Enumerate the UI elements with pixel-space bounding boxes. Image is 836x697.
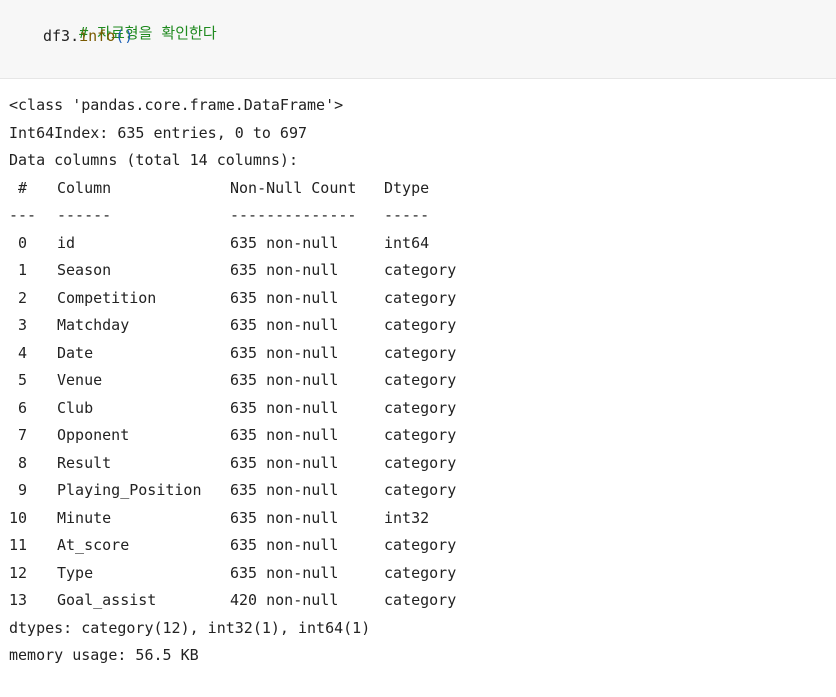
- row-num: 4: [18, 343, 28, 362]
- row-num: 6: [18, 398, 28, 417]
- header-dtype: Dtype: [384, 178, 430, 197]
- table-row: 4 Date 635 non-null category: [9, 340, 456, 368]
- separator-dtype: -----: [384, 206, 430, 224]
- output-dtypes-line: dtypes: category(12), int32(1), int64(1): [9, 618, 371, 637]
- row-non-null: 635 non-null: [230, 481, 339, 499]
- cell-output: <class 'pandas.core.frame.DataFrame'> In…: [9, 92, 456, 670]
- table-row: 3 Matchday 635 non-null category: [9, 312, 456, 340]
- row-dtype: category: [384, 481, 457, 499]
- row-dtype: category: [384, 536, 457, 554]
- table-row: 5 Venue 635 non-null category: [9, 367, 456, 395]
- row-dtype: category: [384, 426, 457, 444]
- row-non-null: 635 non-null: [230, 316, 339, 334]
- row-column: Opponent: [57, 426, 130, 444]
- separator-num: ---: [9, 206, 37, 224]
- code-cell[interactable]: # 자료형을 확인한다 df3.info(): [0, 0, 836, 79]
- row-dtype: category: [384, 261, 457, 279]
- table-row: 9 Playing_Position 635 non-null category: [9, 477, 456, 505]
- row-non-null: 635 non-null: [230, 536, 339, 554]
- separator-non-null: --------------: [230, 206, 357, 224]
- output-memory-line: memory usage: 56.5 KB: [9, 646, 199, 664]
- row-column: Playing_Position: [57, 481, 202, 499]
- row-dtype: category: [384, 591, 457, 609]
- row-dtype: category: [384, 316, 457, 334]
- row-non-null: 635 non-null: [230, 343, 339, 362]
- row-dtype: category: [384, 343, 457, 362]
- row-dtype: category: [384, 371, 457, 389]
- row-column: Date: [57, 343, 94, 362]
- row-dtype: category: [384, 563, 457, 582]
- row-column: Competition: [57, 288, 157, 307]
- table-row: 8 Result 635 non-null category: [9, 450, 456, 478]
- row-non-null: 635 non-null: [230, 398, 339, 417]
- row-column: Type: [57, 563, 94, 582]
- row-dtype: category: [384, 398, 457, 417]
- row-non-null: 635 non-null: [230, 508, 339, 527]
- table-row: 13 Goal_assist 420 non-null category: [9, 587, 456, 615]
- code-object: df3: [43, 27, 71, 45]
- code-parens: (): [115, 27, 134, 45]
- row-dtype: int64: [384, 233, 430, 252]
- row-non-null: 635 non-null: [230, 261, 339, 279]
- row-num: 3: [18, 316, 28, 334]
- row-num: 7: [18, 426, 28, 444]
- row-column: Matchday: [57, 316, 130, 334]
- row-column: Minute: [57, 508, 112, 527]
- row-column: At_score: [57, 536, 130, 554]
- header-column: Column: [57, 178, 112, 197]
- info-table-rows: 0 id 635 non-null int64 1 Season 635 non-null…: [9, 230, 456, 615]
- table-row: 7 Opponent 635 non-null category: [9, 422, 456, 450]
- row-num: 1: [18, 261, 28, 279]
- row-non-null: 635 non-null: [230, 453, 339, 472]
- row-column: Venue: [57, 371, 103, 389]
- row-non-null: 635 non-null: [230, 371, 339, 389]
- row-num: 9: [18, 481, 28, 499]
- table-row: 12 Type 635 non-null category: [9, 560, 456, 588]
- row-num: 11: [9, 536, 28, 554]
- row-num: 10: [9, 508, 28, 527]
- row-dtype: int32: [384, 508, 430, 527]
- row-dtype: category: [384, 453, 457, 472]
- row-column: Club: [57, 398, 94, 417]
- row-num: 2: [18, 288, 28, 307]
- row-num: 0: [18, 233, 28, 252]
- table-row: 2 Competition 635 non-null category: [9, 285, 456, 313]
- separator-column: ------: [57, 206, 112, 224]
- code-statement-line: df3.info(): [43, 25, 133, 47]
- output-class-line: <class 'pandas.core.frame.DataFrame'>: [9, 96, 344, 114]
- info-table-separator: --- ------ -------------- -----: [9, 202, 429, 230]
- row-num: 12: [9, 563, 28, 582]
- row-non-null: 635 non-null: [230, 233, 339, 252]
- header-num: #: [18, 178, 28, 197]
- table-row: 6 Club 635 non-null category: [9, 395, 456, 423]
- row-column: id: [57, 233, 76, 252]
- table-row: 11 At_score 635 non-null category: [9, 532, 456, 560]
- row-non-null: 635 non-null: [230, 426, 339, 444]
- row-non-null: 635 non-null: [230, 288, 339, 307]
- table-row: 10 Minute 635 non-null int32: [9, 505, 429, 533]
- row-num: 5: [18, 371, 28, 389]
- code-dot: .: [70, 27, 80, 45]
- output-index-line: Int64Index: 635 entries, 0 to 697: [9, 123, 308, 142]
- table-row: 1 Season 635 non-null category: [9, 257, 456, 285]
- row-num: 13: [9, 591, 28, 609]
- row-column: Result: [57, 453, 112, 472]
- row-dtype: category: [384, 288, 457, 307]
- info-table-header: # Column Non-Null Count Dtype: [9, 175, 429, 203]
- row-num: 8: [18, 453, 28, 472]
- header-non-null: Non-Null Count: [230, 178, 357, 197]
- code-method: info: [79, 27, 116, 45]
- table-row: 0 id 635 non-null int64: [9, 230, 429, 258]
- row-non-null: 420 non-null: [230, 591, 339, 609]
- row-non-null: 635 non-null: [230, 563, 339, 582]
- row-column: Season: [57, 261, 112, 279]
- row-column: Goal_assist: [57, 591, 157, 609]
- output-columns-line: Data columns (total 14 columns):: [9, 151, 298, 169]
